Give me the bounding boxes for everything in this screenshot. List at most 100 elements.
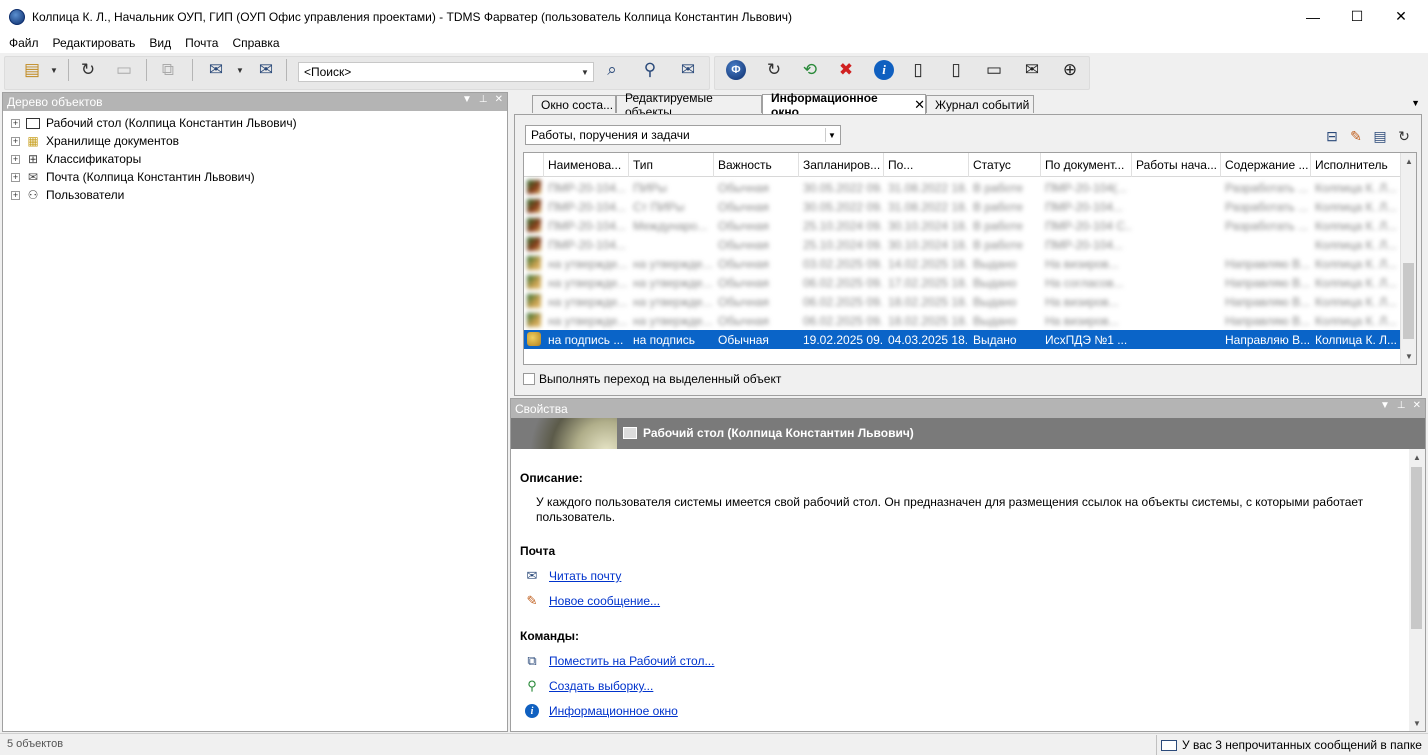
search-mail-icon[interactable]: ✉ [676, 58, 700, 82]
table-row[interactable]: ПМР-20-104... Обычная 25.10.2024 09... 30.1… [524, 235, 1402, 254]
table-row[interactable]: на утвержде... на утвержде... Обычная 06.02… [524, 311, 1402, 330]
sync-users-icon[interactable]: ⟲ [798, 58, 822, 82]
minimize-button[interactable]: — [1290, 0, 1336, 33]
read-mail-link-row[interactable]: ✉ Читать почту [524, 568, 622, 584]
follow-selection-checkbox[interactable] [523, 373, 535, 385]
scroll-thumb[interactable] [1411, 467, 1422, 629]
filter-select[interactable]: Работы, поручения и задачи ▼ [525, 125, 841, 145]
create-dropdown-icon[interactable]: ▼ [48, 58, 60, 82]
filter-dropdown-icon[interactable]: ▼ [825, 128, 838, 142]
table-row[interactable]: ПМР-20-104... Междунаро... Обычная 25.10.20… [524, 216, 1402, 235]
tab-status-window[interactable]: Окно соста... [532, 95, 616, 113]
column-header[interactable]: По документ... [1041, 153, 1132, 177]
menu-help[interactable]: Справка [225, 36, 286, 50]
create-query-link[interactable]: Создать выборку... [549, 679, 653, 693]
edit-task-icon[interactable]: ✎ [1345, 125, 1367, 147]
column-header[interactable]: Тип [629, 153, 714, 177]
follow-selection-option[interactable]: Выполнять переход на выделенный объект [523, 372, 781, 386]
properties-disabled-icon[interactable]: ▭ [112, 58, 136, 82]
column-header[interactable]: Запланиров... [799, 153, 884, 177]
info-window-link[interactable]: Информационное окно [549, 704, 678, 718]
tree-expand-icon[interactable]: + [11, 172, 20, 182]
tdms-logo-icon[interactable]: Ф [724, 58, 748, 82]
search-dropdown-icon[interactable]: ▼ [579, 65, 591, 79]
maximize-button[interactable]: ☐ [1334, 0, 1380, 33]
panel-pin-icon[interactable]: ⊥ [479, 94, 488, 105]
read-mail-link[interactable]: Читать почту [549, 569, 621, 583]
column-header[interactable]: Статус [969, 153, 1041, 177]
column-header[interactable]: Содержание ... [1221, 153, 1311, 177]
tree-expand-icon[interactable]: + [11, 118, 20, 128]
table-cell: ПМР-20-104... [548, 237, 626, 252]
scroll-up-icon[interactable]: ▲ [1409, 449, 1425, 465]
menu-mail[interactable]: Почта [178, 36, 225, 50]
tab-info-window[interactable]: Информационное окно ✕ [762, 91, 926, 119]
panel-close-icon[interactable]: ✕ [1413, 400, 1421, 411]
tree-expand-icon[interactable]: + [11, 154, 20, 164]
column-header[interactable]: Наименова... [544, 153, 629, 177]
properties-scrollbar[interactable]: ▲ ▼ [1409, 449, 1425, 731]
tree-expand-icon[interactable]: + [11, 190, 20, 200]
scroll-down-icon[interactable]: ▼ [1401, 348, 1416, 364]
send-message-icon[interactable]: ✉ [254, 58, 278, 82]
new-message-icon[interactable]: ✉ [204, 58, 228, 82]
unread-messages-notice[interactable]: У вас 3 непрочитанных сообщений в папке [1156, 735, 1428, 755]
tree-item-mail[interactable]: + ✉ Почта (Колпица Константин Львович) [3, 168, 255, 186]
table-row[interactable]: ПМР-20-104... ПИРы Обычная 30.05.2022 09...… [524, 178, 1402, 197]
table-row[interactable]: на утвержде... на утвержде... Обычная 03.02… [524, 254, 1402, 273]
tree-item-desktop[interactable]: + Рабочий стол (Колпица Константин Львов… [3, 114, 297, 132]
delete-object-icon[interactable]: ✖ [834, 58, 858, 82]
tab-editable-objects[interactable]: Редактируемые объекты [616, 91, 762, 119]
panel-pin-icon[interactable]: ⊥ [1397, 400, 1406, 411]
tab-event-log[interactable]: Журнал событий [926, 95, 1034, 113]
scroll-thumb[interactable] [1403, 263, 1414, 339]
document-icon[interactable]: ▯ [944, 58, 968, 82]
table-row[interactable]: на утвержде... на утвержде... Обычная 06.02… [524, 273, 1402, 292]
search-input[interactable]: <Поиск> ▼ [298, 62, 594, 82]
new-message-link-row[interactable]: ✎ Новое сообщение... [524, 593, 661, 609]
message-dropdown-icon[interactable]: ▼ [234, 58, 246, 82]
scroll-up-icon[interactable]: ▲ [1401, 153, 1416, 169]
create-query-link-row[interactable]: ⚲ Создать выборку... [524, 678, 653, 694]
column-header[interactable]: По... [884, 153, 969, 177]
panel-close-icon[interactable]: ✕ [495, 94, 503, 105]
table-row[interactable]: на утвержде... на утвержде... Обычная 06.02… [524, 292, 1402, 311]
tree-view-icon[interactable]: ⊟ [1321, 125, 1343, 147]
table-row[interactable]: ПМР-20-104... Ст ПИРы Обычная 30.05.2022 09… [524, 197, 1402, 216]
info-icon[interactable]: i [872, 58, 896, 82]
tree-item-storage[interactable]: + ▦ Хранилище документов [3, 132, 179, 150]
tab-close-icon[interactable]: ✕ [914, 97, 925, 113]
reload-icon[interactable]: ↻ [762, 58, 786, 82]
refresh-icon[interactable]: ↻ [76, 58, 100, 82]
mail-inbox-icon[interactable]: ✉ [1020, 58, 1044, 82]
table-scrollbar[interactable]: ▲ ▼ [1400, 153, 1416, 364]
menu-view[interactable]: Вид [142, 36, 178, 50]
close-button[interactable]: ✕ [1378, 0, 1424, 33]
create-object-icon[interactable]: ▤ [20, 58, 44, 82]
add-to-desktop-link-row[interactable]: ⧉ Поместить на Рабочий стол... [524, 653, 714, 669]
task-list-icon[interactable]: ▤ [1369, 125, 1391, 147]
copy-disabled-icon[interactable]: ⧉ [156, 58, 180, 82]
column-header[interactable]: Работы нача... [1132, 153, 1221, 177]
checkout-icon[interactable]: ▯ [906, 58, 930, 82]
tree-item-classifiers[interactable]: + ⊞ Классификаторы [3, 150, 141, 168]
panel-menu-icon[interactable]: ▼ [462, 94, 472, 105]
table-row-selected[interactable]: на подпись ... на подпись Обычная 19.02.202… [524, 330, 1402, 349]
add-to-desktop-link[interactable]: Поместить на Рабочий стол... [549, 654, 714, 668]
column-header[interactable]: Исполнитель [1311, 153, 1402, 177]
column-header[interactable]: Важность [714, 153, 799, 177]
tree-expand-icon[interactable]: + [11, 136, 20, 146]
tabs-dropdown-icon[interactable]: ▼ [1411, 98, 1420, 108]
globe-icon[interactable]: ⊕ [1058, 58, 1082, 82]
search-users-icon[interactable]: ⚲ [638, 58, 662, 82]
search-folder-icon[interactable]: ⌕ [600, 58, 624, 82]
panel-menu-icon[interactable]: ▼ [1380, 400, 1390, 411]
new-message-link[interactable]: Новое сообщение... [549, 594, 660, 608]
grid-refresh-icon[interactable]: ↻ [1393, 125, 1415, 147]
menu-edit[interactable]: Редактировать [46, 36, 143, 50]
comment-icon[interactable]: ▭ [982, 58, 1006, 82]
menu-file[interactable]: Файл [0, 36, 46, 50]
scroll-down-icon[interactable]: ▼ [1409, 715, 1425, 731]
info-window-link-row[interactable]: i Информационное окно [524, 703, 678, 719]
tree-item-users[interactable]: + ⚇ Пользователи [3, 186, 124, 204]
